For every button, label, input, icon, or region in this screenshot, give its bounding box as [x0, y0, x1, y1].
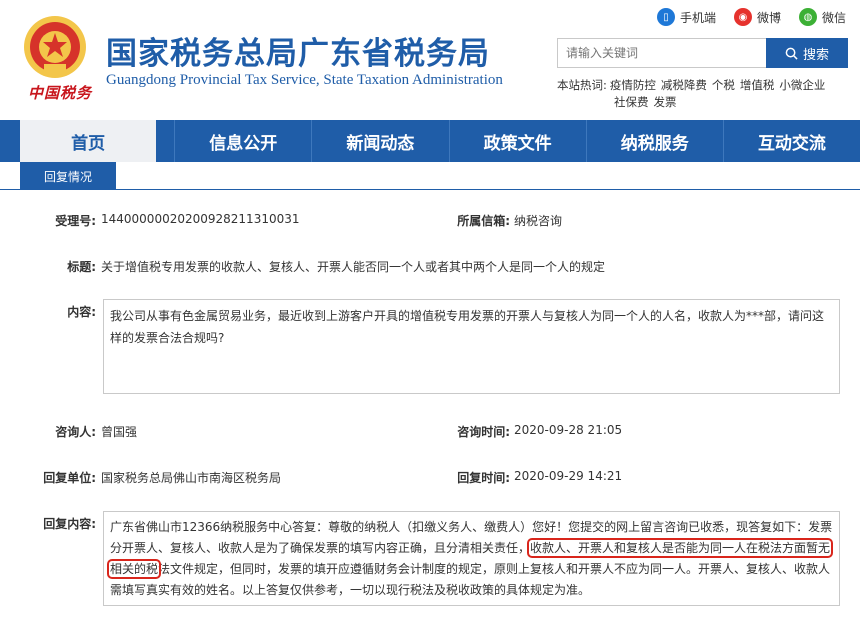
- hot-words-label: 本站热词:: [557, 78, 607, 92]
- reply-label: 回复内容:: [43, 517, 96, 531]
- nav-item-service[interactable]: 纳税服务: [585, 120, 723, 162]
- hot-word[interactable]: 个税: [712, 78, 735, 92]
- reply-unit-value: 国家税务总局佛山市南海区税务局: [101, 471, 282, 485]
- ask-time-label: 咨询时间:: [457, 425, 510, 439]
- search-button[interactable]: 搜索: [766, 38, 848, 68]
- wechat-icon: ◍: [798, 8, 817, 26]
- weibo-link-label: 微博: [756, 10, 781, 25]
- id-value: 1440000002020092821131003​1: [101, 212, 300, 226]
- section-strip: 回复情况: [0, 162, 860, 190]
- tab-reply-status[interactable]: 回复情况: [20, 162, 116, 190]
- content-box: 我公司从事有色金属贸易业务，最近收到上游客户开具的增值税专用发票的开票人与复核人…: [103, 299, 840, 394]
- nav-label: 政策文件: [483, 133, 552, 154]
- top-links: ▯ 手机端 ◉ 微博 ◍ 微信: [656, 8, 846, 26]
- mailbox-label: 所属信箱:: [457, 214, 510, 228]
- reply-text-rest: 法文件规定，但同时，发票的填开应遵循财务会计制度的规定，原则上复核人和开票人不应…: [110, 562, 831, 597]
- content-label: 内容:: [67, 305, 96, 319]
- hot-word[interactable]: 小微企业: [779, 78, 825, 92]
- mailbox-value: 纳税咨询: [514, 214, 563, 228]
- asker-label: 咨询人:: [55, 425, 96, 439]
- hot-words: 本站热词: 疫情防控 减税降费 个税 增值税 小微企业社保费 发票: [557, 77, 847, 111]
- hot-word[interactable]: 社保费: [614, 95, 649, 109]
- reply-time-label: 回复时间:: [457, 471, 510, 485]
- nav-label: 纳税服务: [620, 133, 689, 154]
- mobile-icon: ▯: [656, 8, 675, 26]
- hot-word[interactable]: 疫情防控: [610, 78, 656, 92]
- subject-label: 标题:: [67, 260, 96, 274]
- nav-label: 信息公开: [209, 133, 278, 154]
- hot-word[interactable]: 增值税: [740, 78, 775, 92]
- weibo-icon: ◉: [733, 8, 752, 26]
- search-icon: [785, 47, 798, 60]
- reply-box: 广东省佛山市12366纳税服务中心答复：尊敬的纳税人（扣缴义务人、缴费人）您好！…: [103, 511, 840, 606]
- site-subtitle: Guangdong Provincial Tax Service, State …: [106, 72, 503, 88]
- main-nav: 首页 信息公开 新闻动态 政策文件 纳税服务 互动交流: [0, 120, 860, 162]
- reply-unit-label: 回复单位:: [43, 471, 96, 485]
- nav-item-info[interactable]: 信息公开: [174, 120, 311, 162]
- wechat-link[interactable]: ◍ 微信: [798, 8, 846, 26]
- mobile-link-label: 手机端: [679, 10, 716, 25]
- nav-item-news[interactable]: 新闻动态: [311, 120, 448, 162]
- tax-emblem-icon: [24, 16, 86, 78]
- nav-item-policy[interactable]: 政策文件: [448, 120, 586, 162]
- wechat-link-label: 微信: [821, 10, 846, 25]
- nav-label: 互动交流: [757, 133, 826, 154]
- reply-time-value: 2020-09-29 14:21: [514, 469, 623, 483]
- search-button-label: 搜索: [802, 47, 829, 63]
- nav-item-interaction[interactable]: 互动交流: [722, 120, 860, 162]
- id-label: 受理号:: [55, 214, 96, 228]
- site-title: 国家税务总局广东省税务局: [106, 36, 490, 72]
- subject-value: 关于增值税专用发票的收款人、复核人、开票人能否同一个人或者其中两个人是同一个人的…: [101, 260, 606, 274]
- nav-label: 新闻动态: [346, 133, 415, 154]
- nav-item-home-wrap: 首页: [0, 120, 174, 162]
- emblem-script-text: 中国税务: [28, 84, 93, 102]
- site-header: 中国税务 国家税务总局广东省税务局 Guangdong Provincial T…: [0, 0, 860, 120]
- mobile-link[interactable]: ▯ 手机端: [656, 8, 716, 26]
- nav-label: 首页: [71, 133, 106, 154]
- hot-word[interactable]: 发票: [654, 95, 677, 109]
- weibo-link[interactable]: ◉ 微博: [733, 8, 781, 26]
- search-input[interactable]: [557, 38, 767, 68]
- nav-item-home[interactable]: 首页: [20, 120, 157, 162]
- ask-time-value: 2020-09-28 21:05: [514, 423, 623, 437]
- asker-value: 曾国强: [101, 425, 138, 439]
- hot-word[interactable]: 减税降费: [661, 78, 707, 92]
